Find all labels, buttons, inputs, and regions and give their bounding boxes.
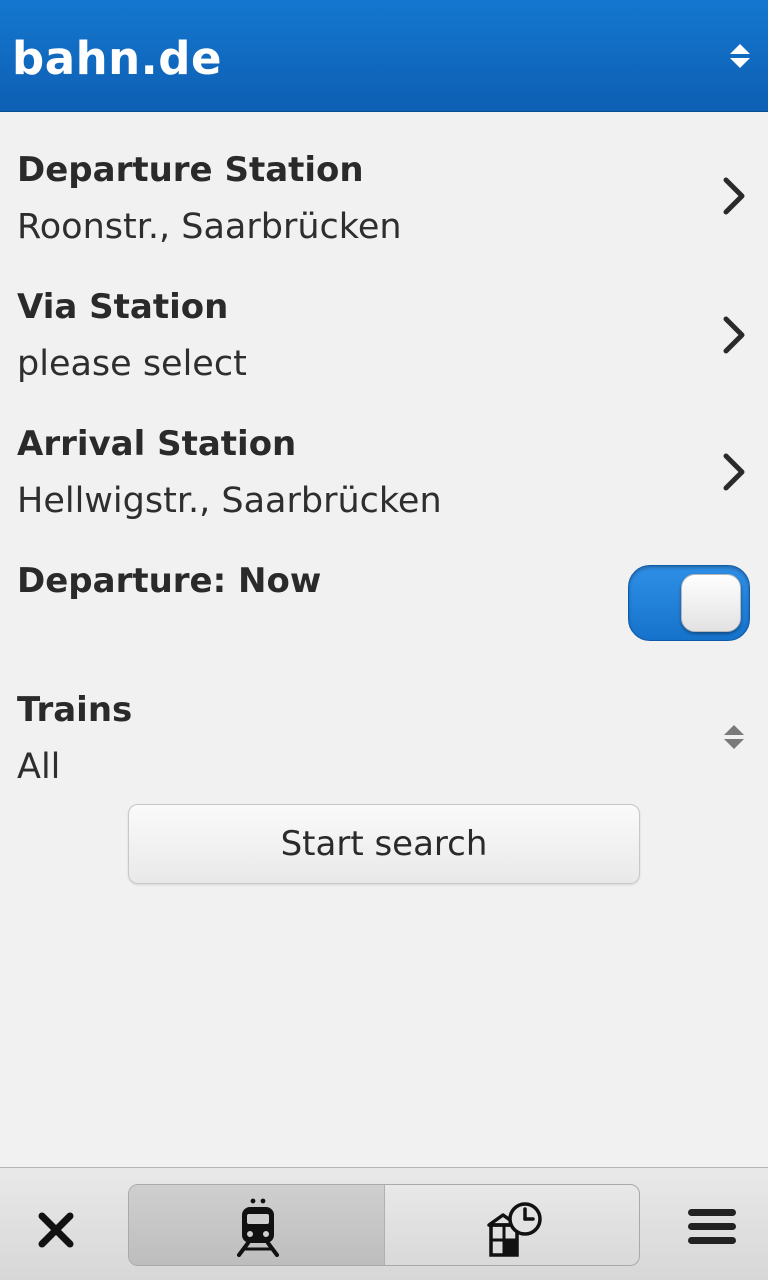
trains-label: Trains <box>17 690 133 730</box>
via-station-value: please select <box>17 344 247 384</box>
chevron-right-icon <box>723 177 745 215</box>
start-search-button[interactable]: Start search <box>128 804 640 884</box>
departure-now-toggle[interactable] <box>628 565 750 641</box>
menu-icon[interactable] <box>686 1206 738 1248</box>
bottom-toolbar <box>0 1167 768 1280</box>
toggle-knob[interactable] <box>681 574 741 632</box>
departure-station-label: Departure Station <box>17 150 364 190</box>
via-station-label: Via Station <box>17 287 229 327</box>
arrival-station-label: Arrival Station <box>17 424 297 464</box>
chevron-right-icon <box>723 453 745 491</box>
train-icon <box>237 1198 279 1257</box>
app-title: bahn.de <box>12 32 222 85</box>
departure-station-row[interactable]: Departure Station Roonstr., Saarbrücken <box>0 148 768 258</box>
via-station-row[interactable]: Via Station please select <box>0 285 768 395</box>
station-clock-icon <box>487 1202 542 1257</box>
tab-station-board[interactable] <box>385 1185 639 1265</box>
departure-station-value: Roonstr., Saarbrücken <box>17 207 402 247</box>
close-icon[interactable] <box>30 1204 82 1256</box>
trains-value: All <box>17 747 61 787</box>
trains-select-row[interactable]: Trains All <box>0 688 768 798</box>
departure-time-label: Departure: Now <box>17 561 322 601</box>
sort-updown-icon[interactable] <box>722 38 758 74</box>
chevron-right-icon <box>723 316 745 354</box>
updown-icon <box>724 725 744 749</box>
tab-connections[interactable] <box>129 1185 385 1265</box>
view-switcher <box>128 1184 640 1266</box>
arrival-station-value: Hellwigstr., Saarbrücken <box>17 481 442 521</box>
arrival-station-row[interactable]: Arrival Station Hellwigstr., Saarbrücken <box>0 422 768 532</box>
app-header: bahn.de <box>0 0 768 112</box>
